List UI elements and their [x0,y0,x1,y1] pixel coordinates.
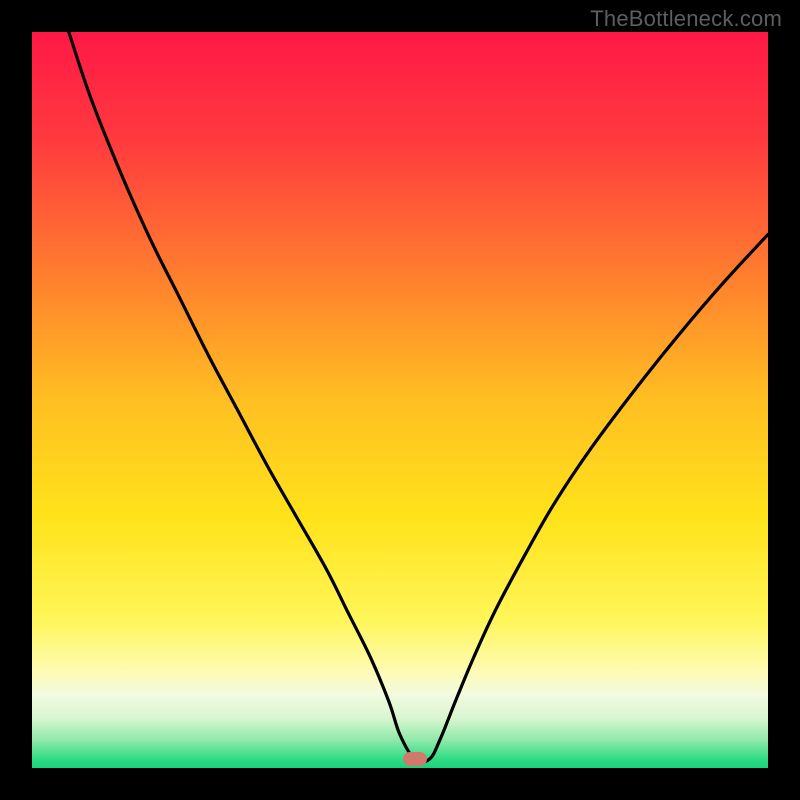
watermark-text: TheBottleneck.com [590,6,782,32]
gradient-background [32,32,768,768]
plot-area [32,32,768,768]
optimal-marker [403,752,427,766]
chart-frame: TheBottleneck.com [0,0,800,800]
